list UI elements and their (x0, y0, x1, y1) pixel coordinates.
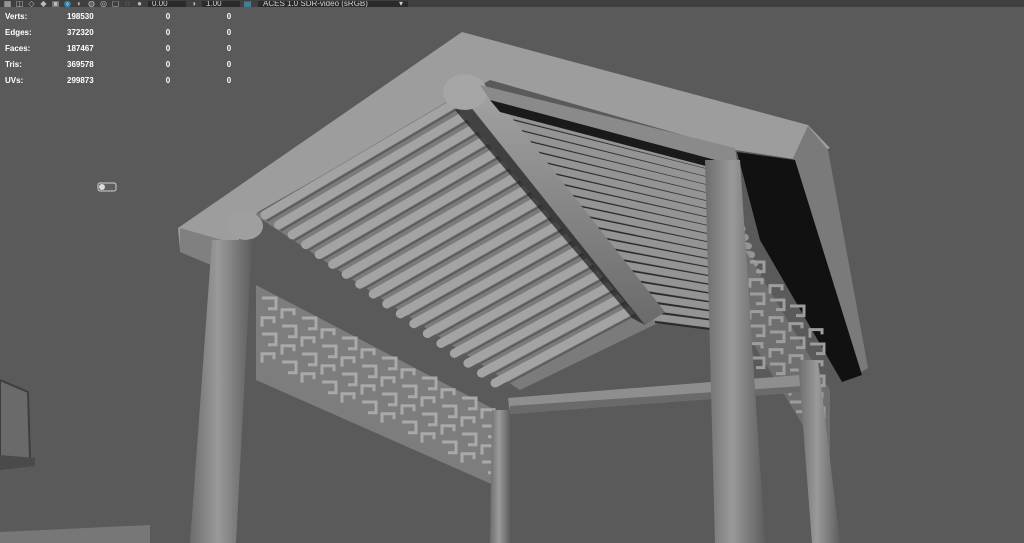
railing-bottom-left (0, 525, 150, 543)
camera-icon[interactable]: ◫ (15, 1, 24, 7)
hud-label: Edges: (5, 27, 32, 37)
hud-v2: 0 (165, 59, 171, 69)
gamma-icon-2[interactable]: ◑ (189, 1, 198, 7)
hud-row: UVs: 299873 0 0 (5, 72, 249, 88)
camera-icon (97, 182, 117, 192)
isolate-icon[interactable]: ▢ (111, 1, 120, 7)
lattice-segment (768, 284, 784, 294)
beam-end-top (443, 74, 487, 110)
wireframe-icon[interactable]: ◇ (27, 1, 36, 7)
colorspace-dropdown[interactable]: ACES 1.0 SDR-video (sRGB) ▾ (258, 1, 408, 7)
hud-v1: 299873 (67, 75, 94, 85)
shadow-icon[interactable]: ◐ (75, 1, 84, 7)
hud-v2: 0 (165, 11, 171, 21)
hud-label: Tris: (5, 59, 22, 69)
xray-icon[interactable]: ◌ (123, 1, 132, 7)
grid-icon[interactable]: ▦ (3, 1, 12, 7)
hud-v1: 198530 (67, 11, 94, 21)
hud-v3: 0 (226, 43, 232, 53)
hud-v1: 372320 (67, 27, 94, 37)
gamma-field[interactable]: 1.00 (202, 1, 240, 7)
hud-v3: 0 (226, 11, 232, 21)
hud-v3: 0 (226, 59, 232, 69)
aa-icon[interactable]: ◎ (99, 1, 108, 7)
hud-row: Tris: 369578 0 0 (5, 56, 249, 72)
light-icon[interactable]: ◉ (63, 1, 72, 7)
column-back-left (490, 410, 510, 543)
hud-row: Edges: 372320 0 0 (5, 24, 249, 40)
3d-viewport[interactable]: ▦ ◫ ◇ ◆ ▣ ◉ ◐ ◍ ◎ ▢ ◌ ● 0.00 ◑ 1.00 ▤ AC… (0, 0, 1024, 543)
hud-v1: 187467 (67, 43, 94, 53)
gamma-icon[interactable]: ● (135, 1, 144, 7)
hud-row: Verts: 198530 0 0 (5, 8, 249, 24)
colorspace-label: ACES 1.0 SDR-video (sRGB) (263, 1, 368, 7)
hud-v1: 369578 (67, 59, 94, 69)
hud-row: Faces: 187467 0 0 (5, 40, 249, 56)
hud-label: Verts: (5, 11, 28, 21)
hud-label: UVs: (5, 75, 24, 85)
ao-icon[interactable]: ◍ (87, 1, 96, 7)
viewport-toolbar: ▦ ◫ ◇ ◆ ▣ ◉ ◐ ◍ ◎ ▢ ◌ ● 0.00 ◑ 1.00 ▤ AC… (0, 0, 1024, 7)
smooth-shade-icon[interactable]: ◆ (39, 1, 48, 7)
beam-end-left (227, 212, 263, 240)
hud-v3: 0 (226, 75, 232, 85)
hud-v2: 0 (165, 43, 171, 53)
hud-v3: 0 (226, 27, 232, 37)
exposure-field[interactable]: 0.00 (148, 1, 186, 7)
lattice-segment (810, 342, 826, 356)
hud-label: Faces: (5, 43, 31, 53)
foreground-object-left (0, 378, 32, 468)
poly-count-hud: Verts: 198530 0 0 Edges: 372320 0 0 Faces: 187467… (5, 8, 249, 88)
chevron-down-icon: ▾ (398, 1, 403, 7)
colorspace-icon[interactable]: ▤ (243, 1, 252, 7)
hud-v2: 0 (165, 75, 171, 85)
hud-v2: 0 (165, 27, 171, 37)
texture-icon[interactable]: ▣ (51, 1, 60, 7)
column-front-left (190, 240, 252, 543)
column-back-right (798, 360, 840, 543)
